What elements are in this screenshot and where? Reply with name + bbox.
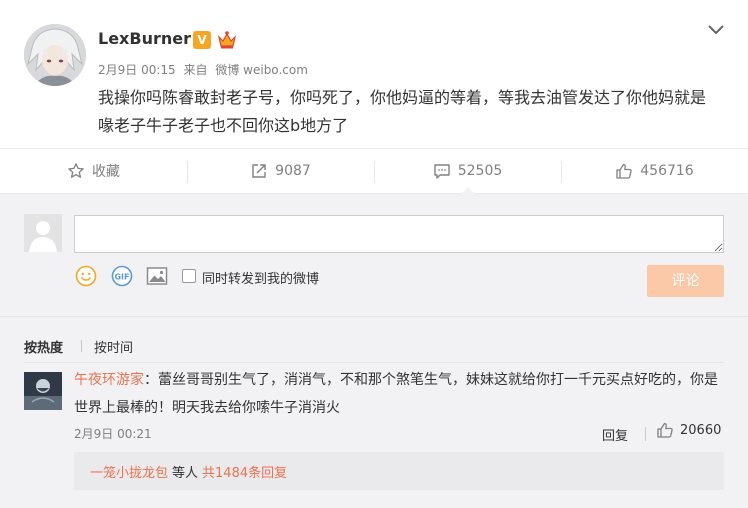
comment-body: 午夜环游家：蕾丝哥哥别生气了，消消气，不和那个煞笔生气，妹妹这就给你打一千元买点… (74, 366, 724, 422)
thumbs-up-icon (616, 163, 633, 179)
submit-comment-button[interactable]: 评论 (647, 265, 724, 297)
vip-crown-icon (217, 31, 237, 49)
sort-separator (81, 340, 82, 352)
comment-icon (434, 164, 450, 179)
user-avatar[interactable] (24, 24, 86, 86)
comment-time: 2月9日 00:21 (74, 427, 152, 441)
star-icon (68, 163, 84, 178)
action-bar: 收藏 9087 52505 456716 (0, 148, 748, 194)
sub-reply-author[interactable]: 一笼小拢龙包 (90, 462, 168, 481)
comment-section: GIF 同时转发到我的微博 评论 按热度 按时间 午夜环游家：蕾丝哥哥别生气了，… (0, 194, 748, 508)
sub-replies-summary[interactable]: 一笼小拢龙包 等人 共1484条回复 (74, 452, 724, 490)
comment-input[interactable] (74, 215, 724, 253)
post-meta: 2月9日 00:15 来自 微博 weibo.com (98, 61, 312, 78)
comment-like-count: 20660 (680, 422, 722, 438)
post-card: LexBurner V 2月9日 00:15 来自 微博 weibo.com 我… (0, 0, 748, 148)
sort-by-hot-tab[interactable]: 按热度 (24, 337, 63, 356)
username[interactable]: LexBurner (98, 29, 191, 48)
chevron-down-icon[interactable] (706, 22, 726, 38)
emoji-icon[interactable] (75, 265, 97, 287)
thumbs-up-icon (657, 422, 673, 438)
favorite-button[interactable]: 收藏 (0, 149, 187, 193)
comment-text: 蕾丝哥哥别生气了，消消气，不和那个煞笔生气，妹妹这就给你打一千元买点好吃的，你是… (74, 372, 718, 416)
favorite-label: 收藏 (92, 164, 120, 180)
svg-text:GIF: GIF (114, 273, 129, 282)
verified-icon: V (193, 31, 211, 49)
post-source-prefix: 来自 (183, 63, 208, 77)
share-icon (252, 164, 266, 178)
like-button[interactable]: 456716 (561, 149, 748, 193)
divider (0, 316, 748, 317)
post-source[interactable]: 微博 weibo.com (215, 63, 308, 77)
comment-colon: ： (144, 372, 158, 388)
forward-checkbox[interactable] (182, 269, 196, 283)
comment-like-button[interactable]: 20660 (656, 421, 721, 439)
share-count: 9087 (275, 163, 311, 179)
gif-icon[interactable]: GIF (111, 265, 133, 287)
divider (24, 362, 724, 363)
reply-button[interactable]: 回复 (602, 425, 628, 444)
comment-count: 52505 (457, 163, 503, 179)
like-count: 456716 (640, 163, 694, 179)
commenter-name[interactable]: 午夜环游家 (74, 372, 144, 388)
image-icon[interactable] (146, 265, 168, 287)
post-date[interactable]: 2月9日 00:15 (98, 63, 176, 77)
share-button[interactable]: 9087 (187, 149, 374, 193)
sub-reply-middle: 等人 (172, 465, 199, 481)
sort-by-time-tab[interactable]: 按时间 (94, 337, 133, 356)
comment-button[interactable]: 52505 (374, 149, 561, 194)
sub-reply-count-link[interactable]: 共1484条回复 (202, 462, 287, 481)
reply-like-separator (645, 427, 646, 441)
post-body: 我操你吗陈睿敢封老子号，你吗死了，你他妈逼的等着，等我去油管发达了你他妈就是喙老… (98, 88, 707, 135)
commenter-avatar[interactable] (24, 372, 62, 410)
current-user-avatar (24, 214, 62, 252)
forward-label: 同时转发到我的微博 (202, 272, 320, 287)
